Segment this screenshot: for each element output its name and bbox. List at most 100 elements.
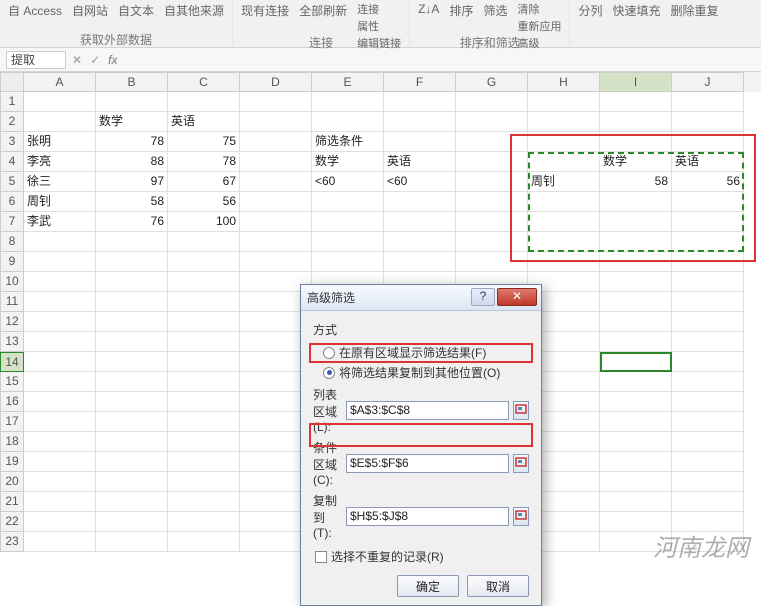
cell-J8[interactable] — [672, 232, 744, 252]
cell-B6[interactable]: 58 — [96, 192, 168, 212]
cell-B20[interactable] — [96, 472, 168, 492]
cell-I14[interactable] — [600, 352, 672, 372]
cell-E2[interactable] — [312, 112, 384, 132]
name-box[interactable]: 提取 — [6, 51, 66, 69]
row-header-6[interactable]: 6 — [0, 192, 24, 212]
cell-E6[interactable] — [312, 192, 384, 212]
cell-G7[interactable] — [456, 212, 528, 232]
cell-J23[interactable] — [672, 532, 744, 552]
cell-J9[interactable] — [672, 252, 744, 272]
cell-J12[interactable] — [672, 312, 744, 332]
rib-text[interactable]: 自文本 — [114, 0, 158, 21]
row-header-21[interactable]: 21 — [0, 492, 24, 512]
cell-C12[interactable] — [168, 312, 240, 332]
cell-F7[interactable] — [384, 212, 456, 232]
cell-H7[interactable] — [528, 212, 600, 232]
row-header-3[interactable]: 3 — [0, 132, 24, 152]
row-header-4[interactable]: 4 — [0, 152, 24, 172]
cell-A12[interactable] — [24, 312, 96, 332]
cell-C14[interactable] — [168, 352, 240, 372]
cell-I1[interactable] — [600, 92, 672, 112]
cell-C19[interactable] — [168, 452, 240, 472]
cell-C17[interactable] — [168, 412, 240, 432]
cell-B3[interactable]: 78 — [96, 132, 168, 152]
cell-C1[interactable] — [168, 92, 240, 112]
cell-J20[interactable] — [672, 472, 744, 492]
cell-I22[interactable] — [600, 512, 672, 532]
row-header-13[interactable]: 13 — [0, 332, 24, 352]
cell-I4[interactable]: 数学 — [600, 152, 672, 172]
cell-A1[interactable] — [24, 92, 96, 112]
cell-D1[interactable] — [240, 92, 312, 112]
col-I[interactable]: I — [600, 72, 672, 92]
cell-E7[interactable] — [312, 212, 384, 232]
cell-J1[interactable] — [672, 92, 744, 112]
rib-conn[interactable]: 连接 — [357, 1, 401, 17]
cell-B1[interactable] — [96, 92, 168, 112]
cell-E1[interactable] — [312, 92, 384, 112]
cell-J5[interactable]: 56 — [672, 172, 744, 192]
row-header-11[interactable]: 11 — [0, 292, 24, 312]
cell-B7[interactable]: 76 — [96, 212, 168, 232]
cell-I8[interactable] — [600, 232, 672, 252]
cell-G3[interactable] — [456, 132, 528, 152]
cell-A6[interactable]: 周钊 — [24, 192, 96, 212]
col-H[interactable]: H — [528, 72, 600, 92]
row-header-20[interactable]: 20 — [0, 472, 24, 492]
cell-C20[interactable] — [168, 472, 240, 492]
cell-B14[interactable] — [96, 352, 168, 372]
cell-A19[interactable] — [24, 452, 96, 472]
cell-D4[interactable] — [240, 152, 312, 172]
cell-B5[interactable]: 97 — [96, 172, 168, 192]
cell-C5[interactable]: 67 — [168, 172, 240, 192]
cell-A9[interactable] — [24, 252, 96, 272]
row-header-23[interactable]: 23 — [0, 532, 24, 552]
cell-D8[interactable] — [240, 232, 312, 252]
cell-I11[interactable] — [600, 292, 672, 312]
rib-texttocol[interactable]: 分列 — [574, 0, 606, 21]
cell-D2[interactable] — [240, 112, 312, 132]
dialog-close-button[interactable]: ✕ — [497, 288, 537, 306]
row-header-10[interactable]: 10 — [0, 272, 24, 292]
cell-A13[interactable] — [24, 332, 96, 352]
row-header-1[interactable]: 1 — [0, 92, 24, 112]
cell-J16[interactable] — [672, 392, 744, 412]
cell-B10[interactable] — [96, 272, 168, 292]
cell-C3[interactable]: 75 — [168, 132, 240, 152]
cell-E3[interactable]: 筛选条件 — [312, 132, 384, 152]
cell-B8[interactable] — [96, 232, 168, 252]
cell-H3[interactable] — [528, 132, 600, 152]
cell-B9[interactable] — [96, 252, 168, 272]
cell-A15[interactable] — [24, 372, 96, 392]
cell-A23[interactable] — [24, 532, 96, 552]
cell-A16[interactable] — [24, 392, 96, 412]
rib-removedup[interactable]: 删除重复 — [667, 0, 723, 21]
cell-C18[interactable] — [168, 432, 240, 452]
cell-G8[interactable] — [456, 232, 528, 252]
col-B[interactable]: B — [96, 72, 168, 92]
row-header-15[interactable]: 15 — [0, 372, 24, 392]
cell-C15[interactable] — [168, 372, 240, 392]
criteria-range-input[interactable] — [346, 454, 509, 473]
rib-sort[interactable]: 排序 — [445, 0, 477, 21]
cell-F5[interactable]: <60 — [384, 172, 456, 192]
cell-F2[interactable] — [384, 112, 456, 132]
cell-C7[interactable]: 100 — [168, 212, 240, 232]
cell-C8[interactable] — [168, 232, 240, 252]
cell-B19[interactable] — [96, 452, 168, 472]
cell-J10[interactable] — [672, 272, 744, 292]
cell-I3[interactable] — [600, 132, 672, 152]
cell-C9[interactable] — [168, 252, 240, 272]
cell-H8[interactable] — [528, 232, 600, 252]
cell-A3[interactable]: 张明 — [24, 132, 96, 152]
cell-G4[interactable] — [456, 152, 528, 172]
cell-B21[interactable] — [96, 492, 168, 512]
col-E[interactable]: E — [312, 72, 384, 92]
cell-J19[interactable] — [672, 452, 744, 472]
cell-E8[interactable] — [312, 232, 384, 252]
cell-D6[interactable] — [240, 192, 312, 212]
cell-J7[interactable] — [672, 212, 744, 232]
cell-H6[interactable] — [528, 192, 600, 212]
cell-I2[interactable] — [600, 112, 672, 132]
row-header-12[interactable]: 12 — [0, 312, 24, 332]
